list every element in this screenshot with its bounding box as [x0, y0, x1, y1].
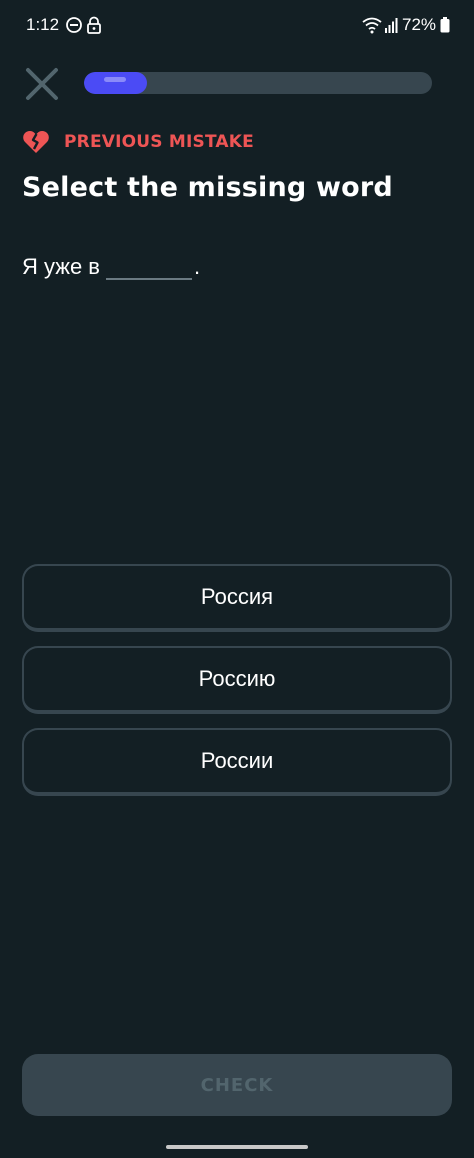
signal-icon	[384, 16, 402, 34]
battery-percent: 72%	[402, 15, 437, 34]
close-button[interactable]	[22, 64, 62, 104]
lesson-progress-bar	[84, 72, 432, 94]
option-label: Россия	[200, 584, 274, 609]
previous-mistake-label: PREVIOUS MISTAKE	[64, 132, 254, 152]
lock-icon	[86, 16, 104, 34]
previous-mistake-banner: PREVIOUS MISTAKE	[22, 128, 254, 156]
broken-heart-icon	[23, 130, 49, 153]
option-label: Россию	[198, 666, 276, 691]
progress-fill	[84, 72, 147, 94]
option-3-button[interactable]: России	[22, 728, 452, 796]
option-1-button[interactable]: Россия	[22, 564, 452, 632]
option-label: России	[200, 748, 274, 773]
exercise-title: Select the missing word	[22, 172, 393, 203]
check-button[interactable]: CHECK	[22, 1054, 452, 1116]
check-button-label: CHECK	[200, 1074, 274, 1096]
status-bar: 1:12 72%	[0, 0, 474, 52]
close-icon	[26, 68, 58, 100]
option-2-button[interactable]: Россию	[22, 646, 452, 714]
progress-shine	[104, 77, 126, 82]
blank-slot	[106, 254, 192, 280]
status-time: 1:12	[26, 15, 60, 34]
prompt-sentence: Я уже в .	[22, 254, 200, 280]
home-indicator[interactable]	[166, 1145, 308, 1149]
sentence-text-after: .	[194, 254, 201, 279]
battery-icon	[440, 17, 458, 35]
sentence-text-before: Я уже в	[22, 254, 100, 279]
wifi-icon	[362, 16, 382, 34]
do-not-disturb-icon	[65, 16, 83, 34]
lesson-screen: 1:12 72% PREVIOUS MISTAKE Select the mis…	[0, 0, 474, 1158]
